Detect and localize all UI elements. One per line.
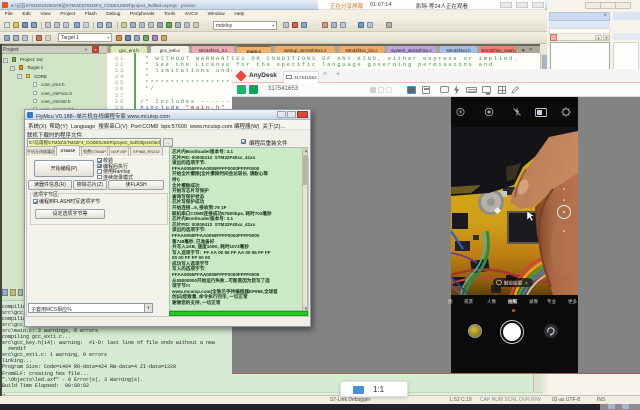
svg-text:触设拍摄: 触设拍摄 [504, 280, 522, 287]
svg-text:×: × [525, 281, 528, 287]
